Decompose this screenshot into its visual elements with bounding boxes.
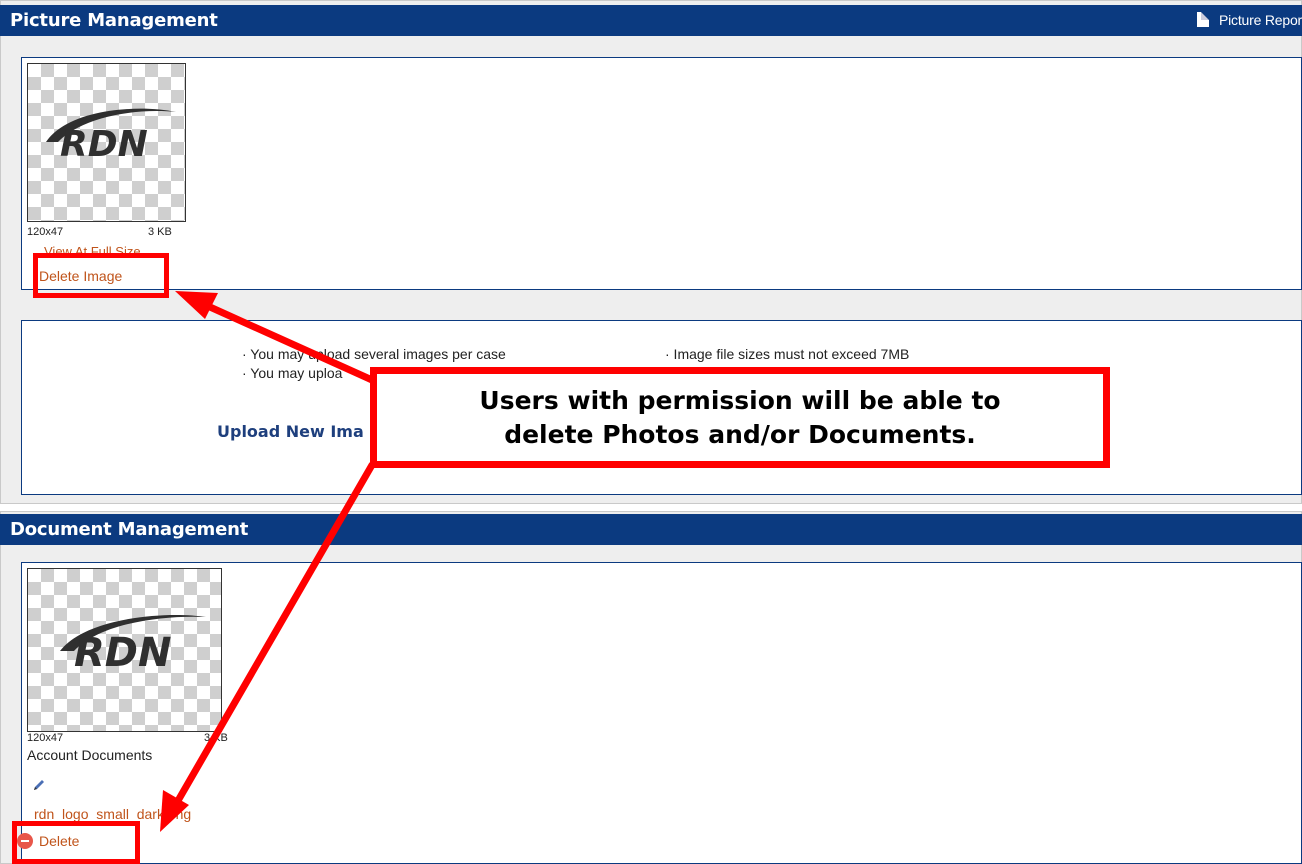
permission-callout: Users with permission will be able to de… bbox=[370, 367, 1110, 468]
callout-line-1: Users with permission will be able to bbox=[479, 386, 1001, 415]
arrow-to-delete-image bbox=[186, 294, 376, 384]
arrow-to-delete-document bbox=[164, 461, 376, 822]
callout-line-2: delete Photos and/or Documents. bbox=[504, 420, 976, 449]
